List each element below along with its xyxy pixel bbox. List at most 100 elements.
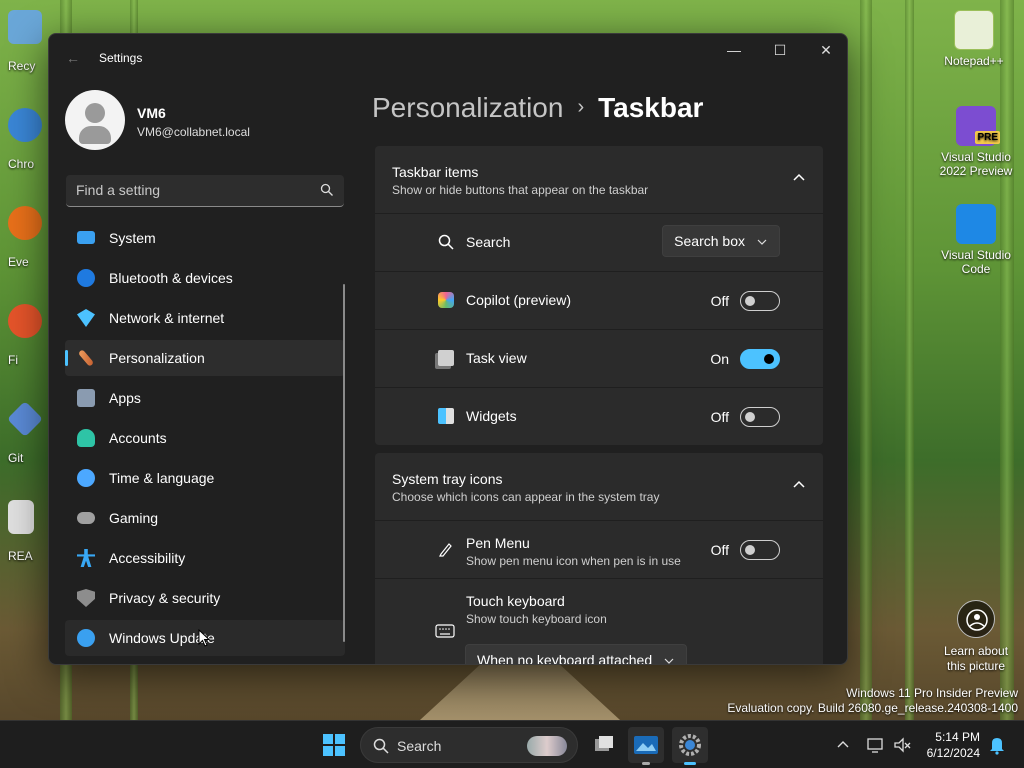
- chevron-down-icon: [664, 658, 674, 664]
- sidebar-item-label: Network & internet: [109, 310, 225, 326]
- clock-time: 5:14 PM: [935, 730, 980, 744]
- desktop-icon-visual-studio[interactable]: PRE Visual Studio 2022 Preview: [938, 106, 1014, 178]
- avatar: [65, 90, 125, 150]
- camera-icon: [957, 600, 995, 638]
- keyboard-icon: [435, 624, 455, 638]
- task-view-toggle[interactable]: [740, 349, 780, 369]
- system-icon: [77, 231, 95, 244]
- find-setting-box[interactable]: [66, 175, 344, 207]
- toggle-state-label: On: [710, 351, 729, 367]
- dropdown-value: Search box: [674, 233, 745, 249]
- sidebar-item-label: Accessibility: [109, 550, 186, 566]
- sidebar-item-system[interactable]: System: [65, 220, 345, 256]
- vscode-icon: [956, 204, 996, 244]
- search-icon[interactable]: [320, 183, 334, 197]
- copilot-icon: [438, 292, 454, 308]
- windows-logo-icon: [323, 734, 345, 756]
- git-icon[interactable]: [6, 400, 44, 438]
- system-clock[interactable]: 5:14 PM 6/12/2024: [927, 729, 980, 761]
- system-tray-header[interactable]: System tray icons Choose which icons can…: [375, 453, 823, 520]
- sidebar-item-bluetooth[interactable]: Bluetooth & devices: [65, 260, 345, 296]
- sidebar-item-network[interactable]: Network & internet: [65, 300, 345, 336]
- learn-about-picture[interactable]: Learn about this picture: [936, 600, 1016, 674]
- search-mode-dropdown[interactable]: Search box: [662, 225, 780, 257]
- search-highlight-icon: [527, 736, 567, 756]
- brush-icon: [77, 349, 95, 367]
- start-button[interactable]: [316, 727, 352, 763]
- chevron-up-icon[interactable]: [793, 172, 805, 184]
- sidebar-item-label: Time & language: [109, 470, 215, 486]
- widgets-icon: [438, 408, 454, 424]
- sidebar-item-personalization[interactable]: Personalization: [65, 340, 345, 376]
- pen-menu-toggle[interactable]: [740, 540, 780, 560]
- search-icon: [373, 738, 389, 754]
- chevron-up-icon[interactable]: [793, 479, 805, 491]
- minimize-button[interactable]: —: [711, 34, 757, 66]
- page-title: Taskbar: [598, 92, 704, 123]
- settings-window: ← Settings — ☐ ✕ VM6 VM6@collabnet.local…: [48, 33, 848, 665]
- chevron-up-icon[interactable]: [836, 738, 850, 752]
- controller-icon: [77, 512, 95, 524]
- row-label: Touch keyboard: [466, 593, 565, 609]
- photos-app-icon: [634, 736, 658, 754]
- notification-bell-icon[interactable]: [988, 735, 1006, 755]
- chrome-icon[interactable]: [8, 108, 42, 142]
- recycle-bin-icon[interactable]: [8, 10, 42, 44]
- find-setting-input[interactable]: [76, 182, 306, 198]
- firefox-icon[interactable]: [8, 304, 42, 338]
- taskbar-items-header[interactable]: Taskbar items Show or hide buttons that …: [375, 146, 823, 213]
- globe-clock-icon: [77, 469, 95, 487]
- system-tray-section: System tray icons Choose which icons can…: [375, 453, 823, 665]
- row-sublabel: Show pen menu icon when pen is in use: [466, 554, 681, 568]
- everything-icon[interactable]: [8, 206, 42, 240]
- sidebar-item-apps[interactable]: Apps: [65, 380, 345, 416]
- taskbar-items-section: Taskbar items Show or hide buttons that …: [375, 146, 823, 445]
- toggle-state-label: Off: [710, 542, 729, 558]
- sidebar-item-time-language[interactable]: Time & language: [65, 460, 345, 496]
- maximize-button[interactable]: ☐: [757, 34, 803, 66]
- chevron-down-icon: [757, 239, 767, 245]
- widgets-toggle[interactable]: [740, 407, 780, 427]
- task-view-button[interactable]: [586, 727, 622, 763]
- readme-icon[interactable]: [8, 500, 34, 534]
- row-label: Task view: [466, 350, 527, 366]
- taskbar-search-label: Search: [397, 738, 442, 754]
- sidebar-item-gaming[interactable]: Gaming: [65, 500, 345, 536]
- row-label: Search: [466, 234, 511, 250]
- desktop-icon-vscode[interactable]: Visual Studio Code: [938, 204, 1014, 276]
- window-title: Settings: [99, 51, 143, 65]
- mouse-cursor: [198, 629, 210, 647]
- breadcrumb-parent[interactable]: Personalization: [372, 92, 563, 123]
- sidebar-item-accounts[interactable]: Accounts: [65, 420, 345, 456]
- taskbar: Search 5:14 PM 6/12/2024: [0, 720, 1024, 768]
- row-label: Widgets: [466, 408, 517, 424]
- back-button[interactable]: ←: [63, 48, 83, 68]
- title-bar[interactable]: ← Settings — ☐ ✕: [49, 34, 847, 82]
- sidebar-item-label: System: [109, 230, 156, 246]
- touch-keyboard-dropdown[interactable]: When no keyboard attached: [465, 644, 688, 665]
- sidebar-item-privacy[interactable]: Privacy & security: [65, 580, 345, 616]
- close-button[interactable]: ✕: [803, 34, 847, 66]
- desktop-icon-notepadpp[interactable]: Notepad++: [938, 10, 1010, 68]
- pen-menu-row: Pen Menu Show pen menu icon when pen is …: [375, 520, 823, 578]
- volume-muted-icon[interactable]: [892, 735, 912, 755]
- clock-date: 6/12/2024: [926, 746, 980, 760]
- shield-icon: [77, 589, 95, 607]
- taskbar-app-photos[interactable]: [628, 727, 664, 765]
- sidebar-item-label: Gaming: [109, 510, 159, 526]
- taskbar-search[interactable]: Search: [360, 727, 578, 763]
- copilot-row: Copilot (preview) Off: [375, 271, 823, 329]
- sidebar-scrollbar[interactable]: [343, 284, 345, 642]
- taskbar-app-settings[interactable]: [672, 727, 708, 765]
- watermark-line2: Evaluation copy. Build 26080.ge_release.…: [727, 701, 1018, 715]
- row-sublabel: Show touch keyboard icon: [466, 612, 607, 626]
- copilot-toggle[interactable]: [740, 291, 780, 311]
- pen-icon: [439, 543, 452, 557]
- sidebar-item-label: Bluetooth & devices: [109, 270, 233, 286]
- desktop-icon-label: Visual Studio 2022 Preview: [939, 150, 1013, 178]
- evaluation-watermark: Windows 11 Pro Insider Preview Evaluatio…: [727, 686, 1018, 716]
- network-icon[interactable]: [866, 735, 886, 755]
- visual-studio-icon: PRE: [956, 106, 1000, 146]
- sidebar-item-accessibility[interactable]: Accessibility: [65, 540, 345, 576]
- dropdown-value: When no keyboard attached: [477, 652, 653, 665]
